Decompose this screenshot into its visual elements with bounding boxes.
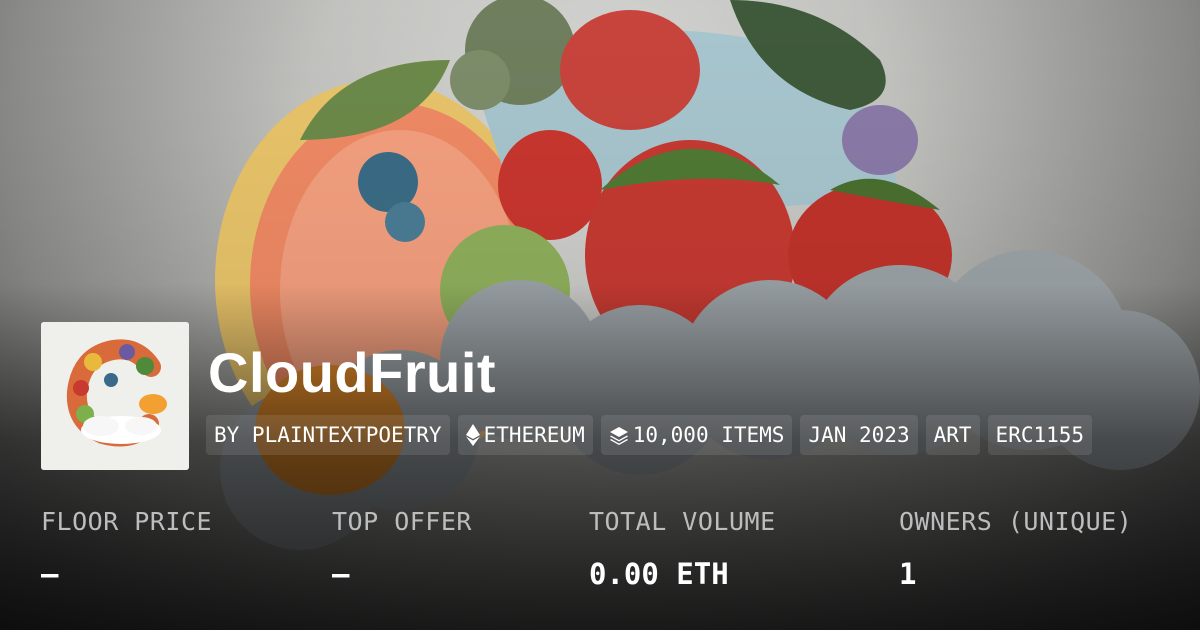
items-label: 10,000 ITEMS [632, 423, 785, 447]
standard-label: ERC1155 [995, 423, 1085, 447]
created-chip: JAN 2023 [800, 415, 918, 455]
category-label: ART [933, 423, 972, 447]
collection-meta: BY PLAINTEXTPOETRY ETHEREUM 10,000 ITEMS… [206, 415, 1093, 455]
stat-label: TOTAL VOLUME [589, 507, 776, 536]
collection-stats: FLOOR PRICE – TOP OFFER – TOTAL VOLUME 0… [0, 504, 1200, 614]
stat-label: TOP OFFER [332, 507, 472, 536]
collection-title: CloudFruit [208, 341, 497, 404]
chain-label: ETHEREUM [483, 423, 585, 447]
chain-chip: ETHEREUM [457, 415, 593, 455]
stat-label: OWNERS (UNIQUE) [899, 507, 1133, 536]
stat-value: – [332, 557, 350, 591]
creator-label: BY PLAINTEXTPOETRY [214, 423, 442, 447]
stat-label: FLOOR PRICE [41, 507, 213, 536]
stat-owners: OWNERS (UNIQUE) 1 [899, 504, 1132, 594]
standard-chip: ERC1155 [987, 415, 1093, 455]
creator-link[interactable]: BY PLAINTEXTPOETRY [206, 415, 450, 455]
ethereum-icon [465, 424, 480, 446]
stat-top-offer: TOP OFFER – [332, 504, 472, 594]
collection-avatar [41, 322, 189, 470]
stat-floor-price: FLOOR PRICE – [41, 504, 212, 594]
layers-icon [609, 427, 628, 445]
items-chip: 10,000 ITEMS [600, 415, 793, 455]
stat-value: – [41, 557, 59, 591]
stat-value: 1 [899, 557, 917, 591]
stat-value: 0.00 ETH [589, 557, 729, 591]
category-chip: ART [925, 415, 980, 455]
stat-total-volume: TOTAL VOLUME 0.00 ETH [589, 504, 776, 594]
created-label: JAN 2023 [808, 423, 910, 447]
